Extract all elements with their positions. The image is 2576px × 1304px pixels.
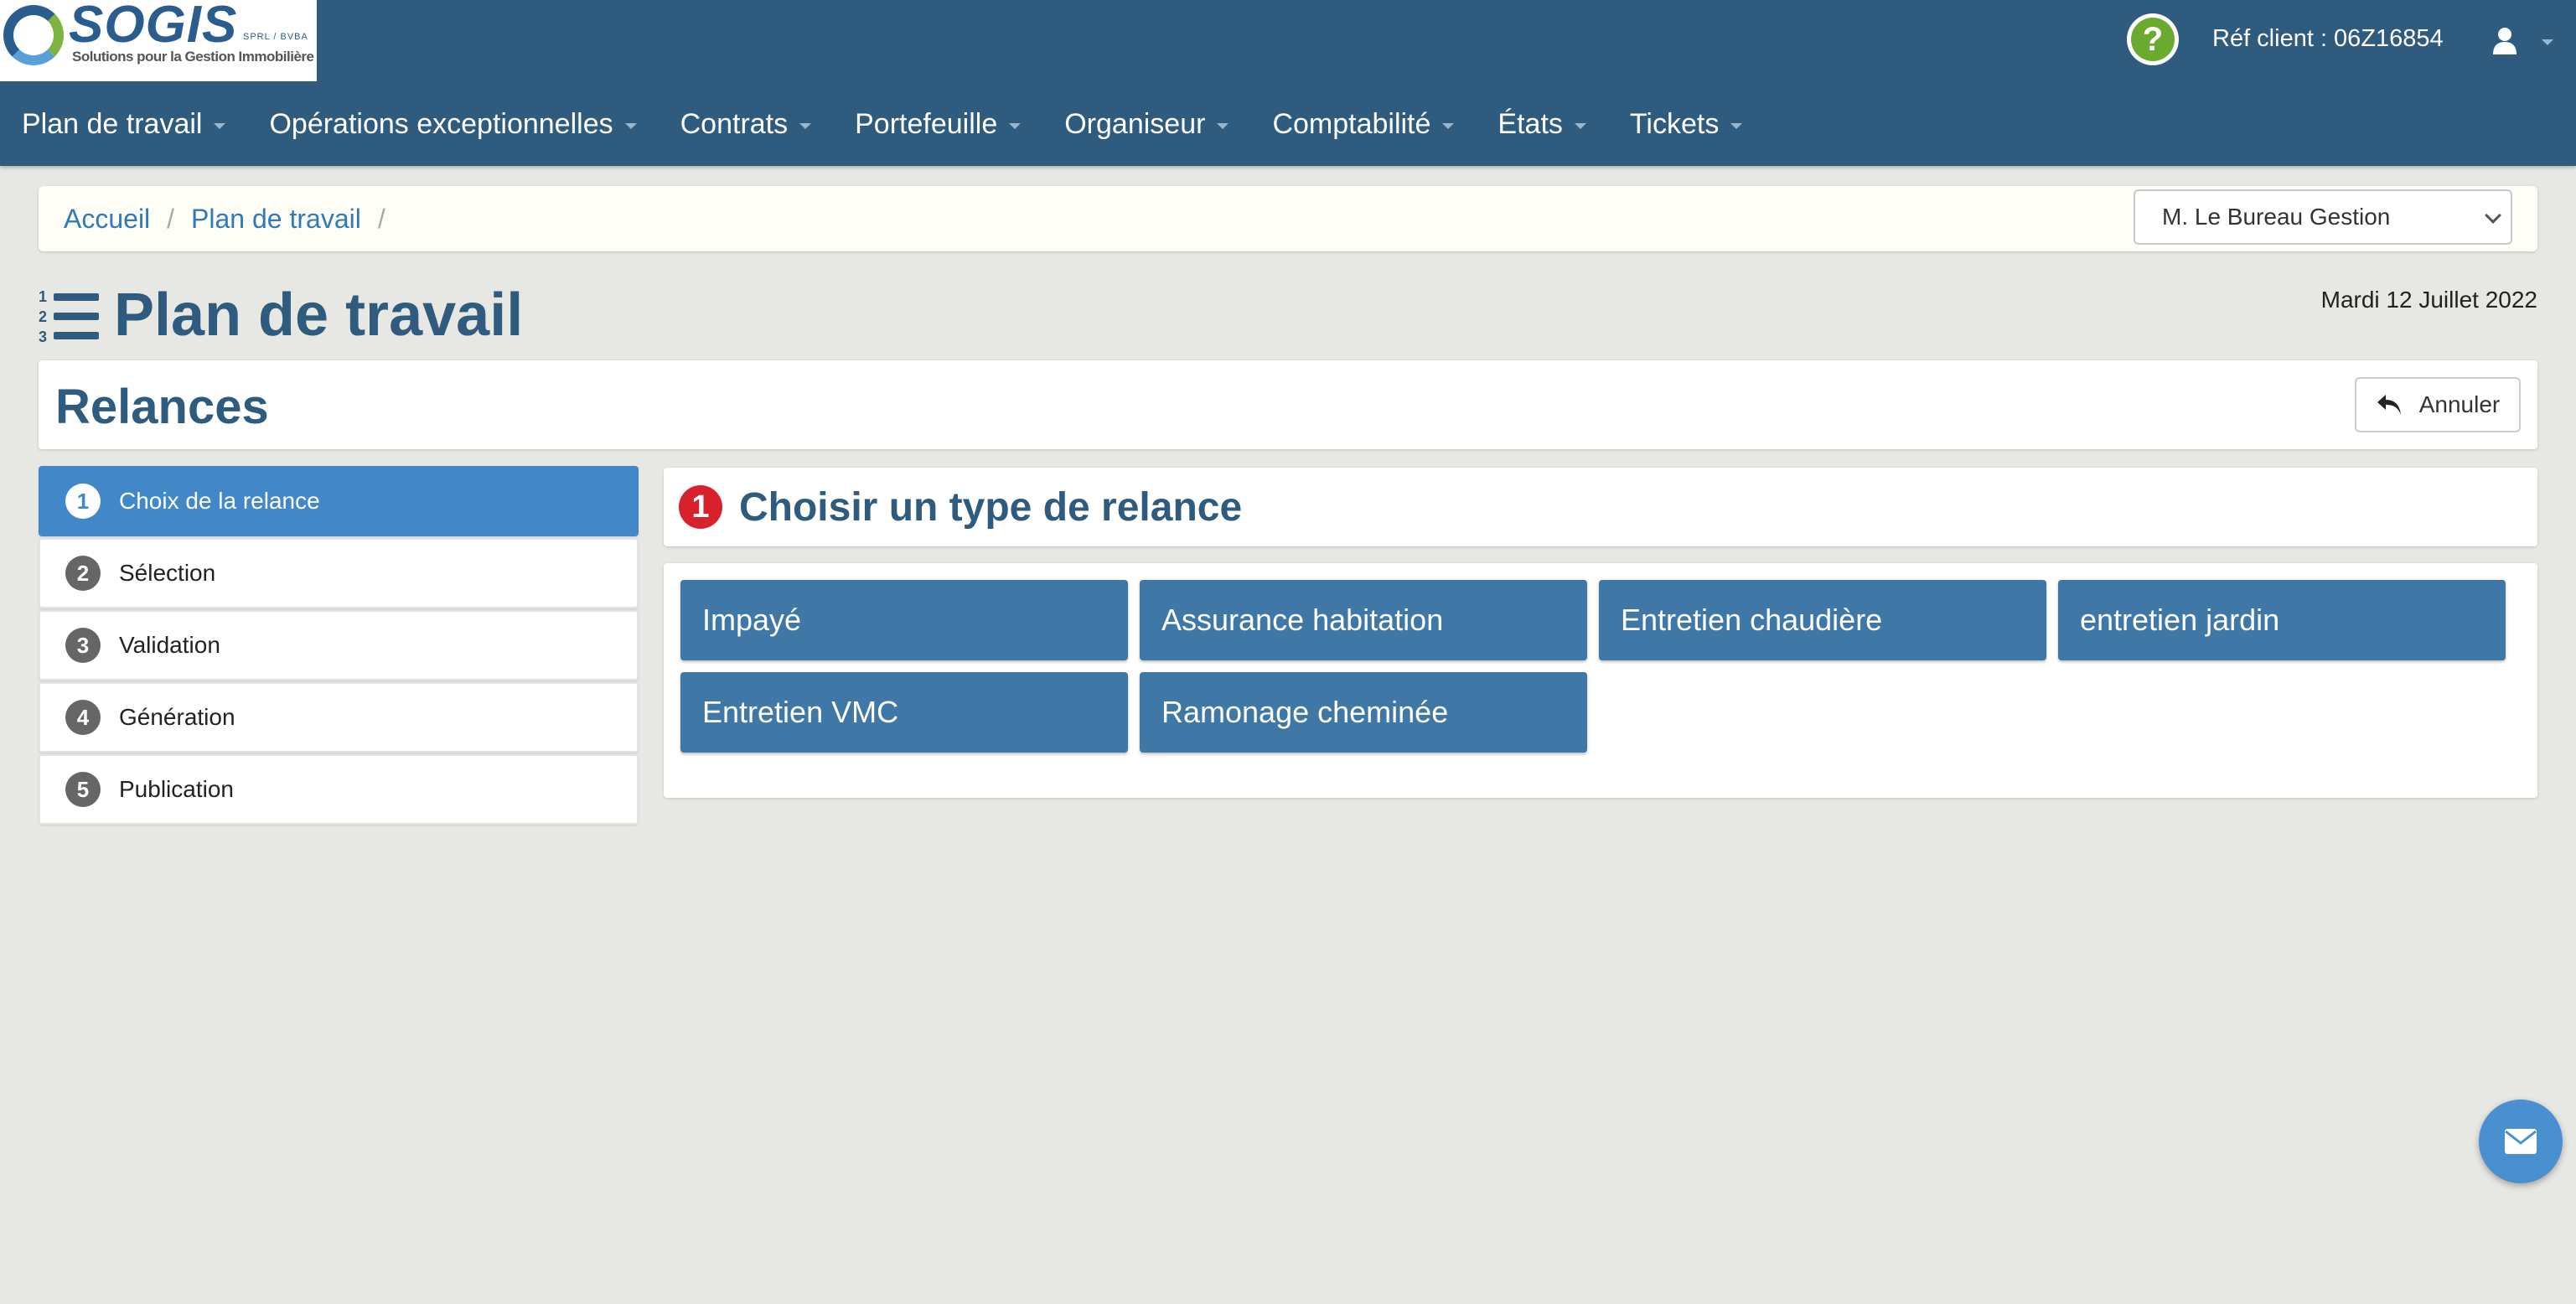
step-number: 1	[65, 484, 101, 519]
user-menu[interactable]	[2480, 20, 2564, 62]
relance-types-grid: Impayé Assurance habitation Entretien ch…	[680, 580, 2506, 753]
top-header: SOGIS SPRL / BVBA Solutions pour la Gest…	[0, 0, 2576, 166]
nav-contrats[interactable]: Contrats	[659, 99, 834, 149]
breadcrumb-plan-de-travail-link[interactable]: Plan de travail	[191, 204, 361, 235]
undo-icon	[2377, 395, 2401, 415]
nav-label: États	[1497, 107, 1563, 140]
type-entretien-chaudiere-button[interactable]: Entretien chaudière	[1599, 580, 2046, 660]
svg-text:3: 3	[39, 329, 47, 345]
choose-type-title: Choisir un type de relance	[739, 484, 1243, 530]
step-number: 3	[65, 628, 101, 663]
type-assurance-habitation-button[interactable]: Assurance habitation	[1140, 580, 1587, 660]
question-mark-glyph: ?	[2131, 18, 2175, 61]
nav-label: Contrats	[680, 107, 789, 140]
nav-organiseur[interactable]: Organiseur	[1042, 99, 1250, 149]
breadcrumb-bar: Accueil / Plan de travail / M. Le Bureau…	[39, 186, 2537, 251]
breadcrumb-separator: /	[167, 203, 175, 234]
manager-select[interactable]: M. Le Bureau Gestion	[2134, 189, 2512, 245]
caret-down-icon	[214, 122, 226, 129]
nav-label: Tickets	[1629, 107, 1720, 140]
choose-type-header: 1 Choisir un type de relance	[664, 468, 2537, 546]
step-badge: 1	[679, 485, 722, 529]
nav-label: Plan de travail	[22, 107, 203, 140]
logo-tagline: Solutions pour la Gestion Immobilière et…	[72, 49, 317, 65]
type-ramonage-cheminee-button[interactable]: Ramonage cheminée	[1140, 672, 1587, 753]
current-date: Mardi 12 Juillet 2022	[2320, 287, 2537, 313]
breadcrumb-home-link[interactable]: Accueil	[64, 204, 150, 235]
steps-list: 1 Choix de la relance 2 Sélection 3 Vali…	[39, 466, 639, 826]
step-generation[interactable]: 4 Génération	[39, 682, 639, 753]
type-entretien-jardin-button[interactable]: entretien jardin	[2058, 580, 2506, 660]
page-title: 1 2 3 Plan de travail	[39, 282, 523, 349]
type-impaye-button[interactable]: Impayé	[680, 580, 1128, 660]
step-label: Validation	[119, 632, 220, 658]
logo-subtitle: SPRL / BVBA	[243, 32, 308, 42]
breadcrumb: Accueil / Plan de travail /	[64, 186, 402, 251]
logo-name: SOGIS	[69, 0, 238, 54]
nav-etats[interactable]: États	[1476, 99, 1607, 149]
chevron-down-icon	[2485, 207, 2501, 224]
relances-header: Relances Annuler	[39, 360, 2537, 449]
cancel-button[interactable]: Annuler	[2355, 377, 2521, 432]
cancel-button-label: Annuler	[2418, 391, 2501, 417]
question-circle-icon[interactable]: ?	[2127, 13, 2179, 65]
chevron-down-icon	[2542, 39, 2553, 45]
caret-down-icon	[624, 122, 637, 129]
step-label: Sélection	[119, 560, 216, 586]
main-nav: Plan de travail Opérations exceptionnell…	[0, 99, 1764, 149]
caret-down-icon	[1009, 122, 1022, 129]
step-label: Choix de la relance	[119, 488, 320, 514]
sogis-logo[interactable]: SOGIS SPRL / BVBA Solutions pour la Gest…	[0, 0, 317, 81]
list-ol-icon: 1 2 3	[39, 288, 99, 345]
caret-down-icon	[1730, 122, 1743, 129]
nav-label: Comptabilité	[1272, 107, 1431, 140]
logo-ring-icon	[3, 5, 64, 65]
nav-label: Organiseur	[1064, 107, 1206, 140]
step-number: 5	[65, 772, 101, 807]
page-title-text: Plan de travail	[114, 282, 524, 349]
nav-plan-de-travail[interactable]: Plan de travail	[0, 99, 247, 149]
nav-tickets[interactable]: Tickets	[1608, 99, 1764, 149]
relance-types-panel: Impayé Assurance habitation Entretien ch…	[664, 563, 2537, 798]
breadcrumb-separator: /	[377, 203, 385, 234]
step-number: 2	[65, 556, 101, 591]
ref-client: Réf client : 06Z16854	[2212, 25, 2444, 52]
svg-text:2: 2	[39, 308, 47, 325]
step-selection[interactable]: 2 Sélection	[39, 538, 639, 608]
nav-label: Opérations exceptionnelles	[269, 107, 613, 140]
caret-down-icon	[799, 122, 812, 129]
caret-down-icon	[1574, 122, 1586, 129]
envelope-icon	[2505, 1129, 2537, 1154]
nav-comptabilite[interactable]: Comptabilité	[1250, 99, 1476, 149]
nav-portefeuille[interactable]: Portefeuille	[833, 99, 1042, 149]
step-choix-de-la-relance[interactable]: 1 Choix de la relance	[39, 466, 639, 536]
nav-operations-exceptionnelles[interactable]: Opérations exceptionnelles	[247, 99, 658, 149]
step-label: Publication	[119, 776, 234, 802]
step-publication[interactable]: 5 Publication	[39, 754, 639, 825]
caret-down-icon	[1442, 122, 1455, 129]
user-icon	[2493, 28, 2517, 54]
step-validation[interactable]: 3 Validation	[39, 610, 639, 680]
manager-select-value: M. Le Bureau Gestion	[2162, 204, 2391, 230]
relances-title: Relances	[55, 380, 269, 434]
step-number: 4	[65, 700, 101, 735]
nav-label: Portefeuille	[855, 107, 998, 140]
caret-down-icon	[1217, 122, 1229, 129]
svg-text:1: 1	[39, 288, 47, 305]
mail-fab-button[interactable]	[2479, 1100, 2563, 1183]
type-entretien-vmc-button[interactable]: Entretien VMC	[680, 672, 1128, 753]
step-label: Génération	[119, 704, 235, 730]
